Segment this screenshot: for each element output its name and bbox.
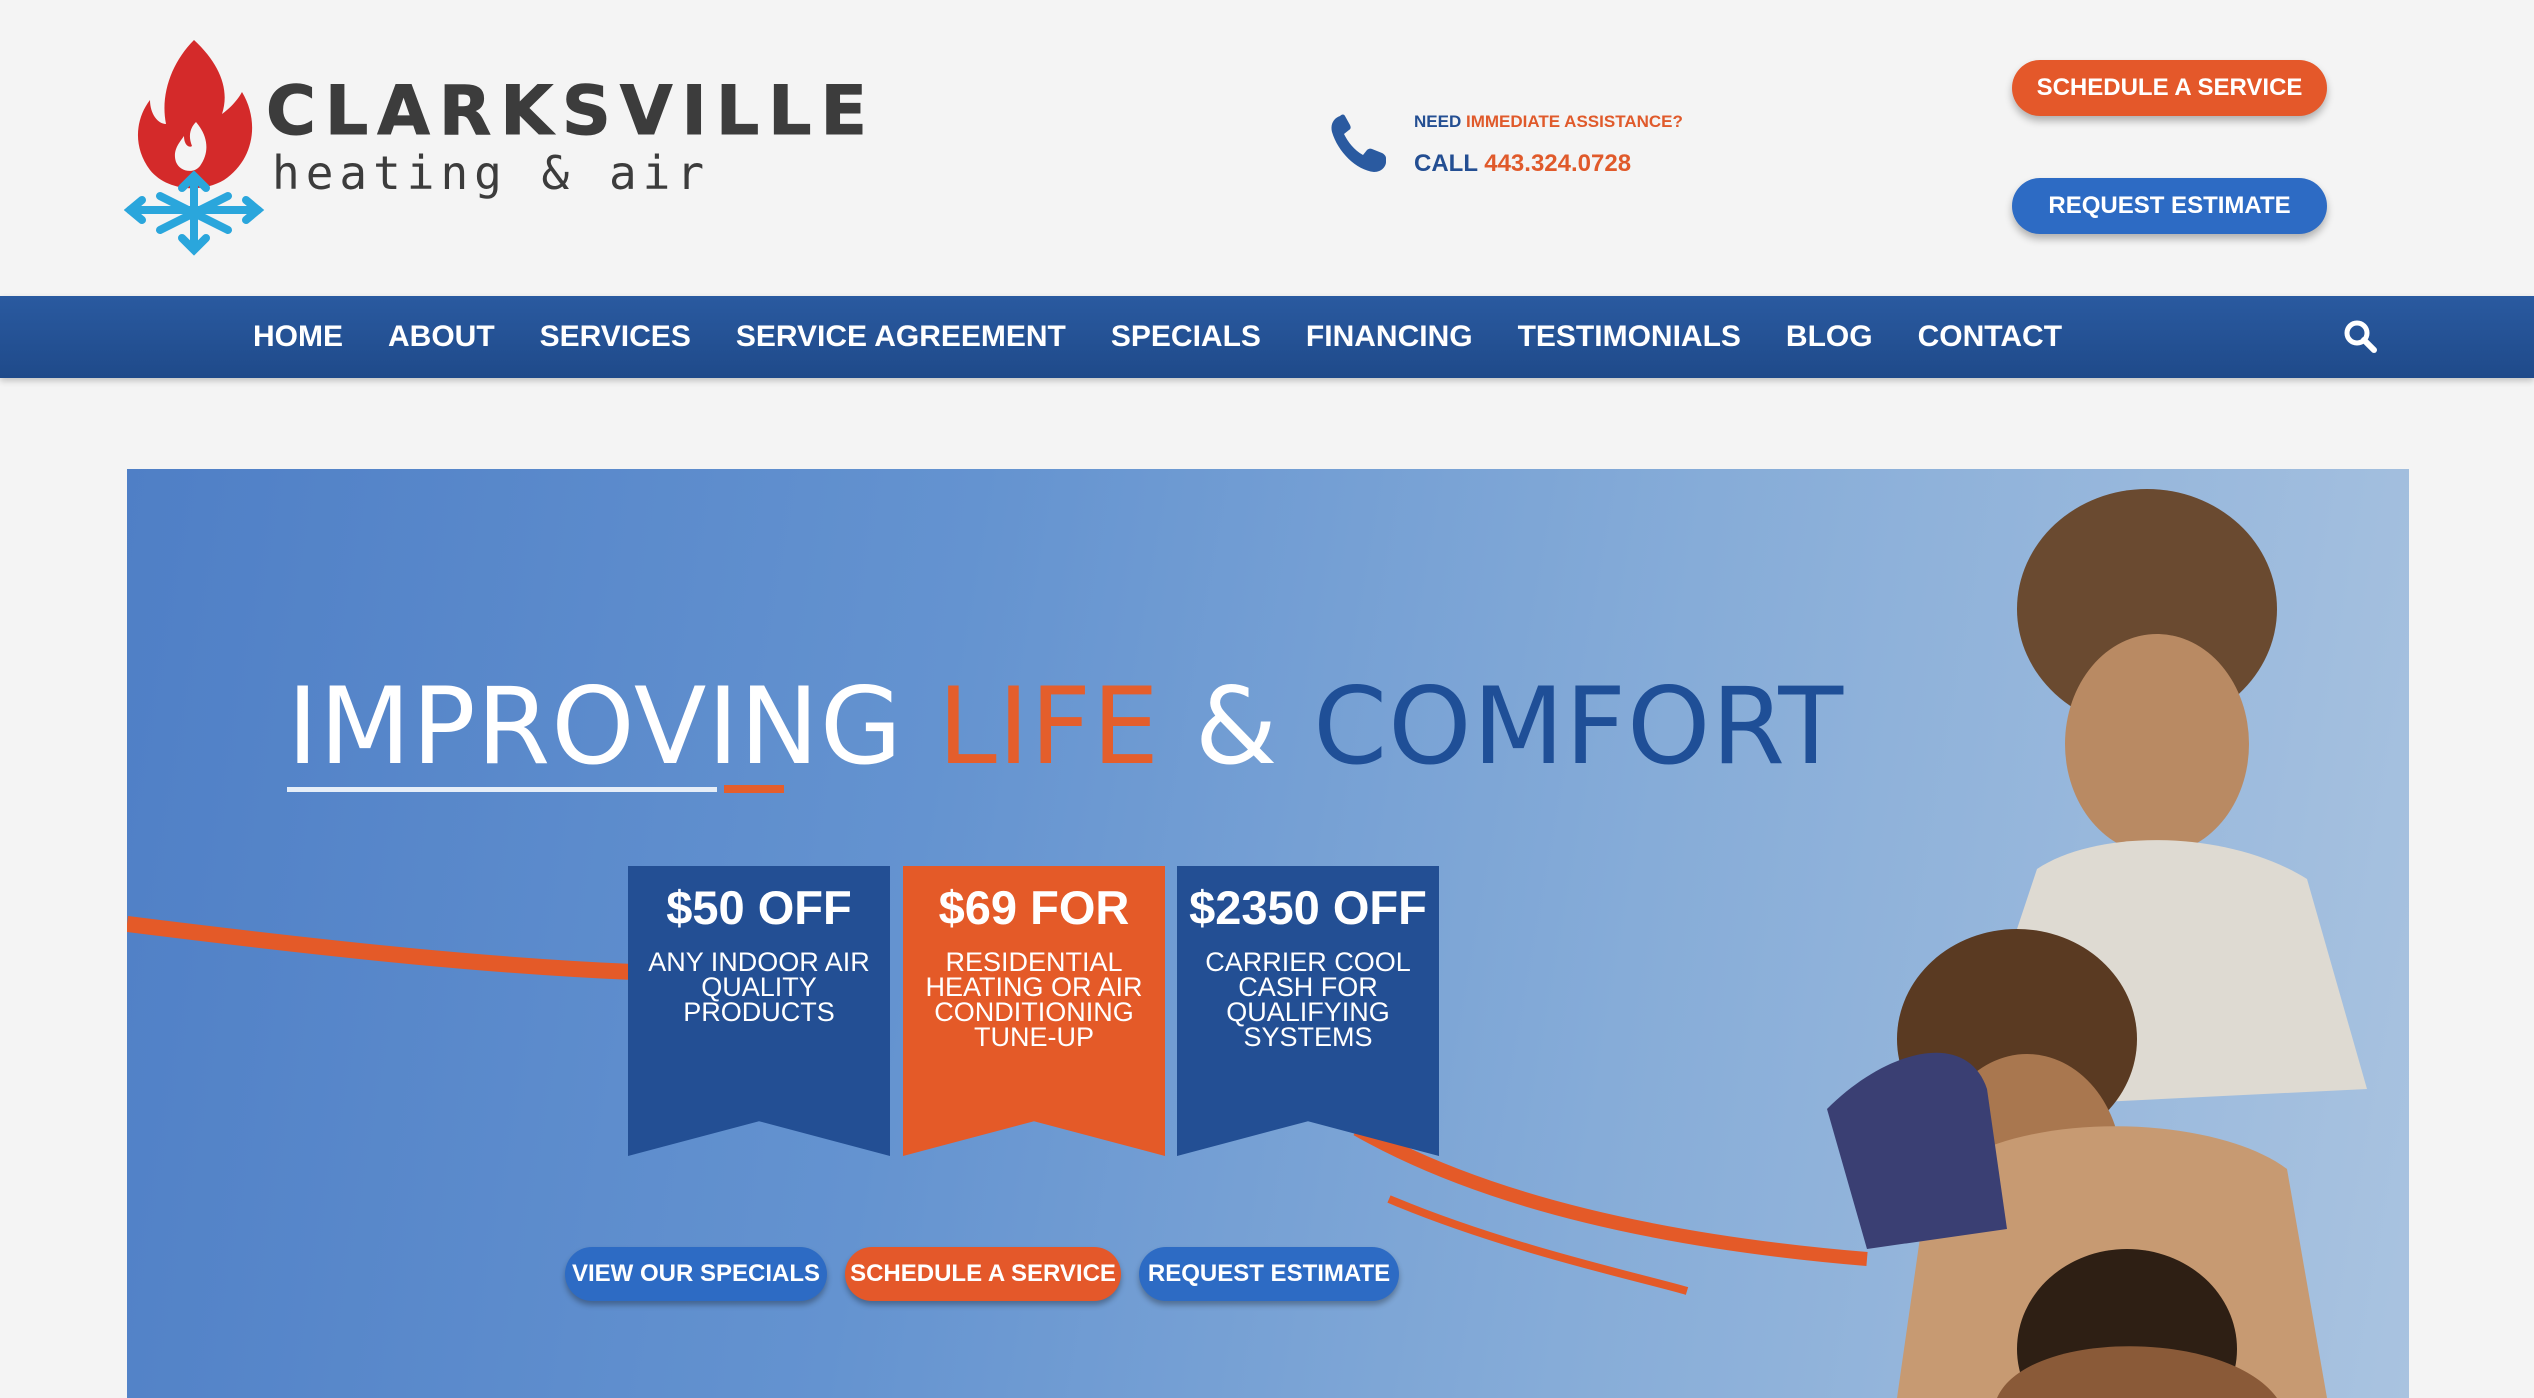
family-photo xyxy=(1827,489,2367,1398)
call-line[interactable]: CALL 443.324.0728 xyxy=(1414,150,1631,178)
nav-item-blog[interactable]: BLOG xyxy=(1786,320,1873,354)
need-label: NEED xyxy=(1414,112,1462,131)
nav-item-contact[interactable]: CONTACT xyxy=(1918,320,2062,354)
nav-item-testimonials[interactable]: TESTIMONIALS xyxy=(1518,320,1741,354)
search-icon[interactable] xyxy=(2342,318,2378,354)
schedule-service-button[interactable]: SCHEDULE A SERVICE xyxy=(2012,60,2327,116)
immediate-assistance-label: IMMEDIATE ASSISTANCE? xyxy=(1465,112,1683,131)
brand-name: CLARKSVILLE xyxy=(266,72,876,151)
nav-item-specials[interactable]: SPECIALS xyxy=(1111,320,1261,354)
headline-life: LIFE xyxy=(937,665,1161,788)
logo[interactable]: CLARKSVILLE heating & air xyxy=(124,38,867,258)
nav-menu: HOME ABOUT SERVICES SERVICE AGREEMENT SP… xyxy=(253,296,2062,378)
hero-banner: IMPROVING LIFE & COMFORT $50 OFF ANY IND… xyxy=(127,469,2409,1398)
nav-item-services[interactable]: SERVICES xyxy=(540,320,691,354)
headline-ampersand: & xyxy=(1194,665,1279,788)
offer-ribbon-cool-cash[interactable]: $2350 OFF CARRIER COOL CASH FOR QUALIFYI… xyxy=(1177,866,1439,1156)
flame-snowflake-logo-icon xyxy=(124,40,265,256)
headline-underline-accent xyxy=(724,785,784,793)
offer-title: $50 OFF xyxy=(666,881,852,934)
offer-title: $2350 OFF xyxy=(1189,881,1427,934)
offer-description: CARRIER COOL CASH FOR QUALIFYING SYSTEMS xyxy=(1205,946,1411,1052)
hero-request-estimate-button[interactable]: REQUEST ESTIMATE xyxy=(1139,1247,1399,1301)
offer-title: $69 FOR xyxy=(938,881,1130,934)
headline-underline xyxy=(287,787,717,792)
headline-improving: IMPROVING xyxy=(287,665,904,788)
phone-icon xyxy=(1331,114,1386,172)
phone-number-link[interactable]: 443.324.0728 xyxy=(1484,150,1631,177)
assistance-label: NEED IMMEDIATE ASSISTANCE? xyxy=(1414,112,1683,132)
contact-block: NEED IMMEDIATE ASSISTANCE? CALL 443.324.… xyxy=(1330,108,1750,188)
offer-description: RESIDENTIAL HEATING OR AIR CONDITIONING … xyxy=(925,946,1143,1052)
request-estimate-button[interactable]: REQUEST ESTIMATE xyxy=(2012,178,2327,234)
nav-item-financing[interactable]: FINANCING xyxy=(1306,320,1473,354)
orange-swoosh-thin xyxy=(1387,1195,1689,1295)
offer-ribbon-iaq[interactable]: $50 OFF ANY INDOOR AIR QUALITY PRODUCTS xyxy=(628,866,890,1156)
nav-item-home[interactable]: HOME xyxy=(253,320,343,354)
headline-comfort: COMFORT xyxy=(1313,665,1845,788)
main-nav: HOME ABOUT SERVICES SERVICE AGREEMENT SP… xyxy=(0,296,2534,378)
hero-headline: IMPROVING LIFE & COMFORT xyxy=(287,674,1844,780)
nav-item-about[interactable]: ABOUT xyxy=(388,320,495,354)
orange-swoosh-left xyxy=(127,916,688,982)
call-label: CALL xyxy=(1414,150,1478,177)
view-specials-button[interactable]: VIEW OUR SPECIALS xyxy=(565,1247,827,1301)
nav-item-service-agreement[interactable]: SERVICE AGREEMENT xyxy=(736,320,1066,354)
site-header: CLARKSVILLE heating & air NEED IMMEDIATE… xyxy=(0,0,2534,296)
brand-tagline: heating & air xyxy=(272,146,711,200)
offer-description: ANY INDOOR AIR QUALITY PRODUCTS xyxy=(648,946,870,1027)
hero-schedule-service-button[interactable]: SCHEDULE A SERVICE xyxy=(845,1247,1121,1301)
offer-ribbon-tune-up[interactable]: $69 FOR RESIDENTIAL HEATING OR AIR CONDI… xyxy=(903,866,1165,1156)
